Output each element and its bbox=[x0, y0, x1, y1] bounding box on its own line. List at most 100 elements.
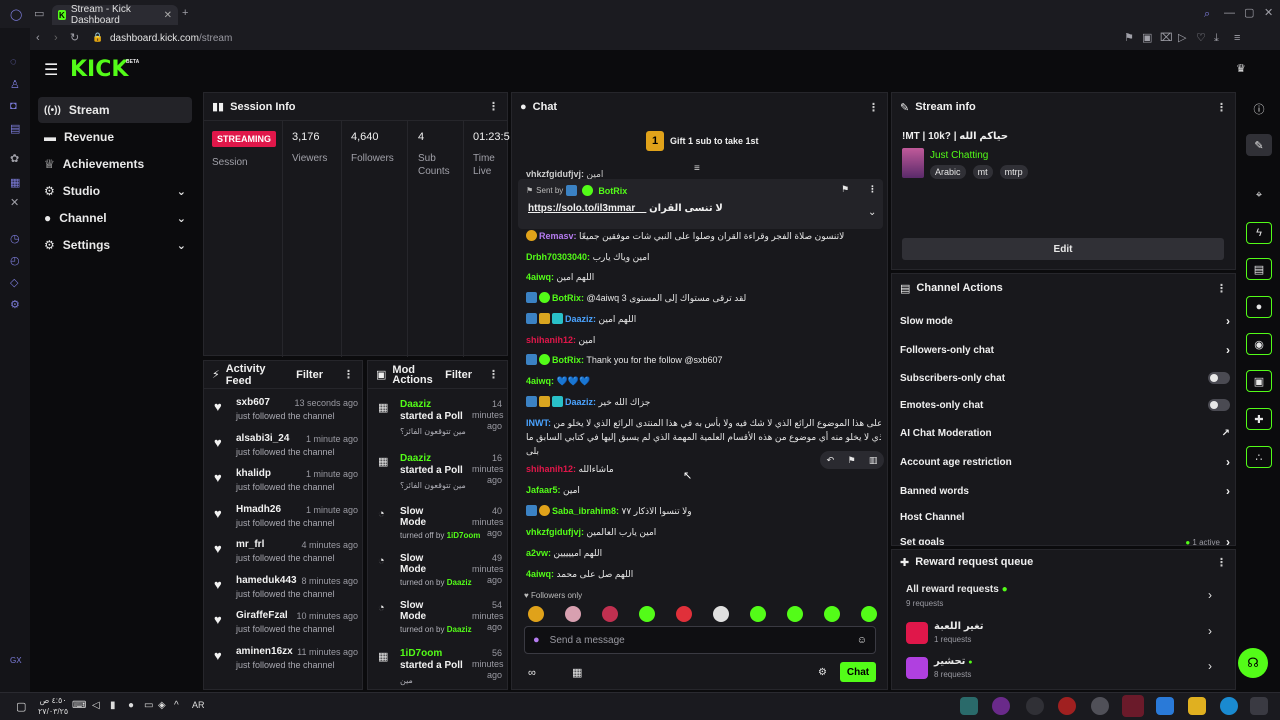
heart-icon[interactable]: ♡ bbox=[1196, 33, 1206, 44]
chat-username[interactable]: shihanih12: bbox=[526, 464, 576, 474]
taskbar-app-icon[interactable] bbox=[992, 697, 1010, 715]
close-window-icon[interactable]: ✕ bbox=[1264, 8, 1273, 19]
taskbar-folder-icon[interactable] bbox=[1188, 697, 1206, 715]
notification-icon[interactable]: ▢ bbox=[16, 700, 26, 713]
url-field[interactable]: dashboard.kick.com/stream bbox=[110, 33, 232, 44]
x-icon[interactable]: ✕ bbox=[10, 198, 19, 209]
more-icon[interactable]: ⋮ bbox=[868, 101, 879, 114]
mod-action-item[interactable]: ▦ 16 minutes ago Daaziz started a Poll مين ت… bbox=[368, 453, 506, 499]
chevron-right-icon[interactable]: › bbox=[1208, 624, 1212, 638]
taskbar-edge-icon[interactable] bbox=[1220, 697, 1238, 715]
chevron-right-icon[interactable]: › bbox=[1208, 588, 1212, 602]
keyboard-icon[interactable]: ⌨ bbox=[72, 700, 86, 711]
mod-action-item[interactable]: ◔ 40 minutes ago Slow Mode turned off by 1iD… bbox=[368, 506, 506, 552]
gx-icon[interactable]: GX bbox=[10, 656, 22, 665]
chat-username[interactable]: shihanih12: bbox=[526, 335, 576, 345]
layout-icon[interactable]: ▣ bbox=[1246, 370, 1272, 392]
pencil-icon[interactable]: ✎ bbox=[1246, 134, 1272, 156]
chat-settings-icon[interactable]: ⚙ bbox=[818, 667, 827, 678]
volume-icon[interactable]: ◁ bbox=[92, 700, 100, 711]
chat-username[interactable]: BotRix: bbox=[552, 355, 584, 365]
more-icon[interactable]: ⋮ bbox=[488, 100, 499, 113]
chat-username[interactable]: Daaziz: bbox=[565, 314, 596, 324]
chat-message[interactable]: vhkzfgidufjvj: امين يارب العالمين bbox=[526, 526, 876, 539]
chat-message[interactable]: BotRix: Thank you for the follow @sxb607 bbox=[526, 354, 876, 367]
nav-settings[interactable]: ⚙ Settings ⌄ bbox=[38, 232, 192, 258]
channel-action-ai-chat-moderation[interactable]: AI Chat Moderation ↗ bbox=[900, 421, 1230, 445]
pin-icon[interactable]: ⚑ bbox=[1124, 33, 1134, 44]
new-tab-button[interactable]: + bbox=[182, 8, 188, 19]
channel-action-banned-words[interactable]: Banned words › bbox=[900, 479, 1230, 503]
emote-goat-icon[interactable] bbox=[565, 606, 581, 622]
chat-username[interactable]: Drbh70303040: bbox=[526, 252, 590, 262]
chevron-up-icon[interactable]: ^ bbox=[174, 700, 179, 711]
chat-message[interactable]: Remasv: لاتنسون صلاة الفجر وقراءة القران… bbox=[526, 230, 876, 243]
activity-item[interactable]: ♥ mr_frl 4 minutes ago just followed the ch… bbox=[204, 539, 362, 573]
menu-icon[interactable]: ≡ bbox=[1234, 33, 1240, 44]
aria-icon[interactable]: ◌ bbox=[10, 56, 17, 68]
target-icon[interactable]: ⌖ bbox=[1246, 184, 1272, 206]
user-avatar-icon[interactable]: ♛ bbox=[1236, 62, 1246, 75]
stream-category[interactable]: Just Chatting bbox=[930, 150, 988, 161]
pinned-more-icon[interactable]: ⋮ bbox=[868, 184, 877, 195]
more-icon[interactable]: ⋮ bbox=[1216, 101, 1227, 114]
chat-send-button[interactable]: Chat bbox=[840, 662, 876, 682]
chat-username[interactable]: 4aiwq: bbox=[526, 376, 554, 386]
store-icon[interactable]: ▦ bbox=[572, 666, 582, 679]
nav-studio[interactable]: ⚙ Studio ⌄ bbox=[38, 178, 192, 204]
toggle-switch[interactable] bbox=[1208, 399, 1230, 411]
forward-icon[interactable]: › bbox=[54, 33, 58, 44]
emote-frog-icon[interactable] bbox=[639, 606, 655, 622]
chat-username[interactable]: BotRix: bbox=[552, 293, 584, 303]
taskbar-start-icon[interactable] bbox=[1250, 697, 1268, 715]
tools-icon[interactable]: ∞ bbox=[528, 667, 536, 679]
chat-username[interactable]: 4aiwq: bbox=[526, 272, 554, 282]
opera-logo-icon[interactable]: ◯ bbox=[10, 8, 22, 21]
all-rewards-label[interactable]: All reward requests ● bbox=[906, 584, 1008, 595]
unpin-icon[interactable]: ⚑ bbox=[841, 184, 849, 195]
history-icon[interactable]: ◷ bbox=[10, 232, 20, 245]
more-icon[interactable]: ⋮ bbox=[488, 368, 499, 381]
chat-message[interactable]: Daaziz: اللهم امين bbox=[526, 313, 876, 326]
nav-stream[interactable]: ((•)) Stream bbox=[38, 97, 192, 123]
taskbar-app-icon[interactable] bbox=[960, 697, 978, 715]
more-icon[interactable]: ⋮ bbox=[343, 368, 354, 381]
chat-input[interactable]: ● Send a message ☺ bbox=[524, 626, 876, 654]
mic-icon[interactable]: ● bbox=[128, 700, 134, 711]
info-icon[interactable]: ⓘ bbox=[1246, 98, 1272, 120]
filter-button[interactable]: Filter bbox=[296, 369, 323, 381]
taskbar-store-icon[interactable] bbox=[1156, 697, 1174, 715]
microphone-icon[interactable]: ● bbox=[533, 634, 540, 646]
more-icon[interactable]: ⋮ bbox=[1216, 282, 1227, 295]
emoji-icon[interactable]: ☺ bbox=[857, 635, 867, 646]
chat-username[interactable]: Remasv: bbox=[539, 231, 577, 241]
battery-icon[interactable]: ▮ bbox=[110, 700, 116, 711]
chevron-right-icon[interactable]: › bbox=[1208, 659, 1212, 673]
language-indicator[interactable]: AR bbox=[192, 700, 205, 710]
bookmark-icon[interactable]: ◇ bbox=[10, 276, 18, 289]
chat-username[interactable]: a2vw: bbox=[526, 548, 551, 558]
chevron-down-icon[interactable]: ⌄ bbox=[868, 207, 876, 218]
settings-icon[interactable]: ⚙ bbox=[10, 298, 20, 311]
emote-kick3-icon[interactable] bbox=[824, 606, 840, 622]
chat-collapse-icon[interactable]: ≡ bbox=[694, 163, 700, 174]
channel-action-subscribers-only-chat[interactable]: Subscribers-only chat bbox=[900, 366, 1230, 390]
more-icon[interactable]: ⋮ bbox=[1216, 556, 1227, 569]
twitch-icon[interactable]: ▦ bbox=[10, 176, 20, 189]
chat-username[interactable]: vhkzfgidufjvj: bbox=[526, 527, 584, 537]
activity-item[interactable]: ♥ alsabi3i_24 1 minute ago just followed th… bbox=[204, 433, 362, 467]
taskbar-app-icon[interactable] bbox=[1091, 697, 1109, 715]
emote-smile-icon[interactable] bbox=[528, 606, 544, 622]
taskbar-app-icon[interactable] bbox=[1026, 697, 1044, 715]
emote-kick2-icon[interactable] bbox=[787, 606, 803, 622]
mod-action-item[interactable]: ▦ 14 minutes ago Daaziz started a Poll مين ت… bbox=[368, 399, 506, 445]
broadcast-icon[interactable]: ◉ bbox=[1246, 333, 1272, 355]
chat-message[interactable]: Daaziz: جزاك الله خير bbox=[526, 396, 876, 409]
activity-item[interactable]: ♥ khalidp 1 minute ago just followed the ch… bbox=[204, 468, 362, 502]
nav-achievements[interactable]: ♕ Achievements bbox=[38, 151, 192, 177]
taskbar-opera-icon[interactable] bbox=[1122, 695, 1144, 717]
document-icon[interactable]: ▤ bbox=[1246, 258, 1272, 280]
filter-button[interactable]: Filter bbox=[445, 369, 472, 381]
mod-action-item[interactable]: ◔ 49 minutes ago Slow Mode turned on by Daaz… bbox=[368, 553, 506, 599]
apps-icon[interactable]: ∴ bbox=[1246, 446, 1272, 468]
